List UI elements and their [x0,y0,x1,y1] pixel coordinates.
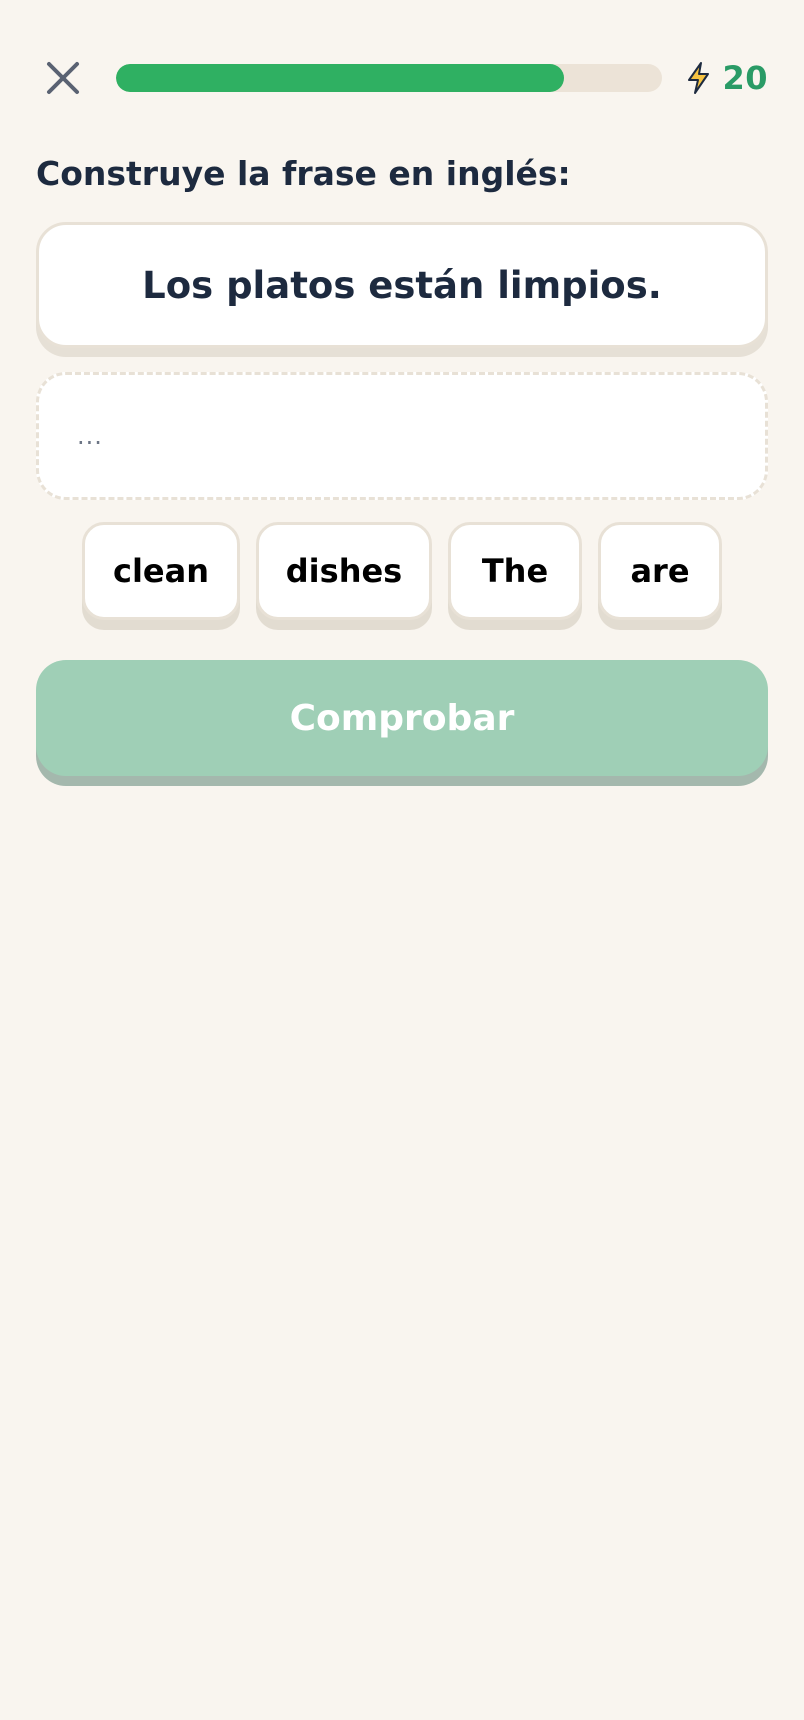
word-tile-dishes[interactable]: dishes [256,522,432,620]
energy-counter: 20 [686,56,768,100]
energy-count: 20 [722,59,768,97]
answer-drop-area[interactable]: ... [36,372,768,500]
word-tile-the[interactable]: The [448,522,582,620]
source-sentence: Los platos están limpios. [142,263,662,307]
lesson-progress-fill [116,64,564,92]
check-button[interactable]: Comprobar [36,660,768,776]
top-bar: 20 [36,48,768,112]
close-button[interactable] [36,48,90,112]
source-sentence-card: Los platos están limpios. [36,222,768,348]
answer-placeholder: ... [77,422,103,450]
close-icon [46,61,80,99]
lesson-progress-bar [116,64,662,92]
word-tile-are[interactable]: are [598,522,722,620]
exercise-prompt: Construye la frase en inglés: [36,154,571,193]
word-tile-clean[interactable]: clean [82,522,240,620]
lightning-bolt-icon [686,60,712,96]
